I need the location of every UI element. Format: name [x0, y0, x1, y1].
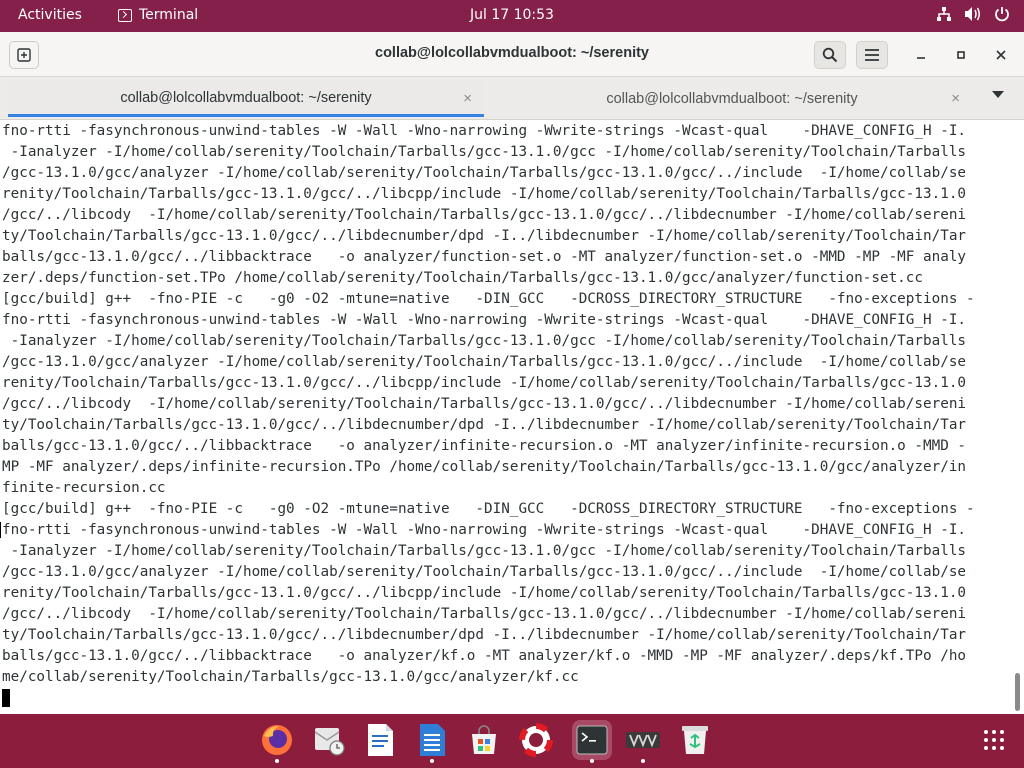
terminal-line: fno-rtti -fasynchronous-unwind-tables -W…	[2, 522, 967, 538]
running-indicator	[641, 759, 645, 763]
terminal-line: -Ianalyzer -I/home/collab/serenity/Toolc…	[2, 333, 967, 349]
minimize-icon	[917, 57, 925, 59]
close-tab-icon[interactable]: ×	[463, 90, 472, 107]
text-cursor-icon	[0, 522, 7, 538]
lifebuoy-icon	[519, 723, 553, 757]
terminal-scrollbar[interactable]	[1010, 121, 1024, 714]
terminal-line: /gcc/../libcody -I/home/collab/serenity/…	[2, 396, 967, 412]
terminal-line: balls/gcc-13.1.0/gcc/../libbacktrace -o …	[2, 648, 967, 664]
terminal-line: renity/Toolchain/Tarballs/gcc-13.1.0/gcc…	[2, 186, 967, 202]
dock-calc[interactable]	[412, 720, 452, 763]
show-apps-button[interactable]	[974, 720, 1014, 760]
terminal-lines: fno-rtti -fasynchronous-unwind-tables -W…	[0, 121, 1010, 688]
window-titlebar: collab@lolcollabvmdualboot: ~/serenity	[0, 32, 1024, 77]
trash-icon	[682, 726, 708, 754]
terminal-line: /gcc-13.1.0/gcc/analyzer -I/home/collab/…	[2, 564, 967, 580]
terminal-line: renity/Toolchain/Tarballs/gcc-13.1.0/gcc…	[2, 375, 967, 391]
terminal-output[interactable]: fno-rtti -fasynchronous-unwind-tables -W…	[0, 121, 1010, 714]
spreadsheet-icon	[420, 724, 445, 756]
close-window-button[interactable]	[985, 41, 1017, 69]
terminal-line: MP -MF analyzer/.deps/infinite-recursion…	[2, 459, 967, 475]
power-icon	[995, 7, 1009, 22]
maximize-button[interactable]	[945, 41, 977, 69]
dock-software[interactable]	[464, 720, 504, 760]
tab-bar: collab@lolcollabvmdualboot: ~/serenity ×…	[0, 77, 1024, 120]
dock-vm[interactable]	[623, 720, 663, 763]
terminal-line: /gcc-13.1.0/gcc/analyzer -I/home/collab/…	[2, 165, 967, 181]
top-bar: Activities Terminal Jul 17 10:53	[0, 0, 1024, 32]
terminal-line: ty/Toolchain/Tarballs/gcc-13.1.0/gcc/../…	[2, 417, 967, 433]
network-icon	[937, 7, 951, 21]
terminal-line: balls/gcc-13.1.0/gcc/../libbacktrace -o …	[2, 249, 967, 265]
terminal-line: fno-rtti -fasynchronous-unwind-tables -W…	[2, 123, 967, 139]
terminal-line: /gcc/../libcody -I/home/collab/serenity/…	[2, 207, 967, 223]
dock	[0, 714, 1024, 768]
document-icon	[368, 724, 393, 756]
terminal-line: zer/.deps/function-set.TPo /home/collab/…	[2, 270, 923, 286]
terminal-line: /gcc/../libcody -I/home/collab/serenity/…	[2, 606, 967, 622]
terminal-line: [gcc/build] g++ -fno-PIE -c -g0 -O2 -mtu…	[2, 291, 975, 307]
terminal-line: me/collab/serenity/Toolchain/Tarballs/gc…	[2, 669, 579, 685]
dock-help[interactable]	[516, 720, 556, 760]
tab-label: collab@lolcollabvmdualboot: ~/serenity	[606, 91, 858, 107]
clock[interactable]: Jul 17 10:53	[470, 7, 554, 23]
search-button[interactable]	[814, 41, 846, 69]
add-tab-icon	[17, 48, 31, 62]
terminal-icon	[576, 725, 608, 755]
terminal-line: [gcc/build] g++ -fno-PIE -c -g0 -O2 -mtu…	[2, 501, 975, 517]
clock-container: Jul 17 10:53	[0, 7, 1024, 23]
dock-terminal[interactable]	[572, 720, 612, 763]
vm-icon	[626, 732, 660, 748]
hamburger-menu-button[interactable]	[856, 41, 888, 69]
tab-terminal-1[interactable]: collab@lolcollabvmdualboot: ~/serenity ×	[8, 81, 484, 117]
dock-mail-clock[interactable]	[309, 720, 349, 760]
terminal-line: finite-recursion.cc	[2, 480, 166, 496]
store-bag-icon	[472, 725, 496, 754]
terminal-line: fno-rtti -fasynchronous-unwind-tables -W…	[2, 312, 967, 328]
terminal-line: /gcc-13.1.0/gcc/analyzer -I/home/collab/…	[2, 354, 967, 370]
scrollbar-thumb[interactable]	[1015, 673, 1020, 711]
terminal-line: -Ianalyzer -I/home/collab/serenity/Toolc…	[2, 543, 967, 559]
close-icon	[996, 50, 1006, 60]
terminal-cursor	[2, 689, 10, 707]
close-tab-icon[interactable]: ×	[951, 90, 960, 107]
terminal-line: ty/Toolchain/Tarballs/gcc-13.1.0/gcc/../…	[2, 228, 967, 244]
apps-grid-icon	[984, 730, 1004, 750]
dock-firefox[interactable]	[257, 720, 297, 763]
minimize-button[interactable]	[905, 41, 937, 69]
maximize-icon	[957, 51, 965, 59]
terminal-line: renity/Toolchain/Tarballs/gcc-13.1.0/gcc…	[2, 585, 967, 601]
terminal-line: -Ianalyzer -I/home/collab/serenity/Toolc…	[2, 144, 967, 160]
running-indicator	[590, 759, 594, 763]
mail-clock-icon	[314, 728, 345, 756]
new-tab-button[interactable]	[9, 41, 39, 69]
system-tray[interactable]	[936, 6, 1010, 22]
volume-icon	[965, 7, 980, 21]
terminal-line: ty/Toolchain/Tarballs/gcc-13.1.0/gcc/../…	[2, 627, 967, 643]
hamburger-icon	[865, 49, 879, 61]
running-indicator	[430, 759, 434, 763]
tabs-dropdown-icon[interactable]	[992, 91, 1004, 98]
dock-writer[interactable]	[360, 720, 400, 760]
firefox-icon	[262, 725, 292, 755]
search-icon	[822, 47, 838, 63]
dock-trash[interactable]	[675, 720, 715, 760]
terminal-line: balls/gcc-13.1.0/gcc/../libbacktrace -o …	[2, 438, 967, 454]
tab-terminal-2[interactable]: collab@lolcollabvmdualboot: ~/serenity ×	[492, 81, 972, 117]
running-indicator	[275, 759, 279, 763]
tab-label: collab@lolcollabvmdualboot: ~/serenity	[120, 89, 372, 106]
